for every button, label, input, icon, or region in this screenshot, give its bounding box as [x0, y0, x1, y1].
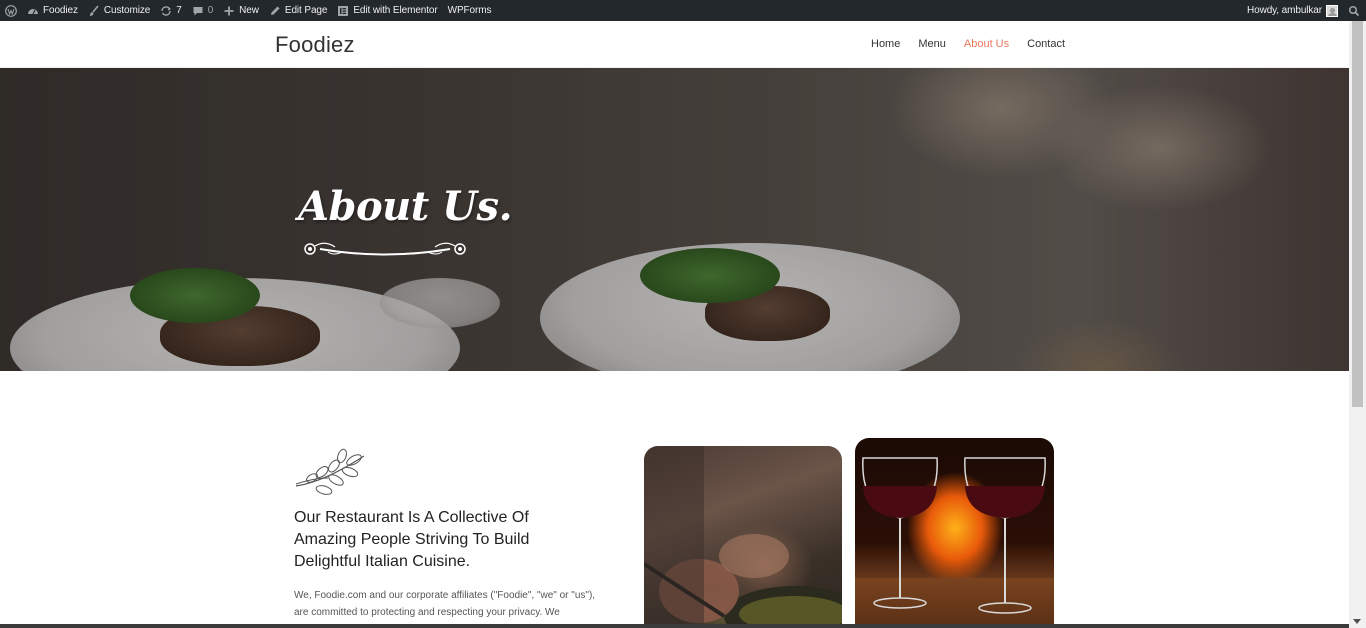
site-logo[interactable]: Foodiez [275, 32, 355, 58]
customize-link[interactable]: Customize [83, 0, 155, 21]
wine-glasses-image [855, 438, 1054, 628]
nav-home[interactable]: Home [862, 38, 909, 50]
edit-page-link[interactable]: Edit Page [264, 0, 332, 21]
howdy-label: Howdy, ambulkar [1246, 5, 1322, 16]
updates-icon [160, 5, 172, 17]
comments-count: 0 [207, 5, 214, 16]
updates-count: 7 [176, 5, 182, 16]
scroll-down-arrow-icon[interactable] [1353, 619, 1361, 624]
nav-about-us[interactable]: About Us [955, 38, 1018, 50]
site-name-label: Foodiez [43, 5, 78, 16]
site-header: Foodiez Home Menu About Us Contact [0, 21, 1349, 68]
new-label: New [239, 5, 259, 16]
hero-overlay [0, 68, 1349, 371]
wpforms-link[interactable]: WPForms [443, 0, 497, 21]
hero-title: About Us. [298, 183, 513, 230]
section-paragraph: We, Foodie.com and our corporate affilia… [294, 590, 596, 618]
brush-icon [88, 4, 100, 17]
customize-label: Customize [103, 5, 151, 16]
plus-icon [223, 5, 235, 17]
elementor-icon [337, 5, 349, 17]
page-scrollbar[interactable] [1349, 21, 1366, 628]
nav-menu[interactable]: Menu [909, 38, 955, 50]
avatar [1326, 4, 1338, 17]
admin-bar: Foodiez Customize 7 0 New Edit Page Edit… [0, 0, 1366, 21]
edit-with-elementor-link[interactable]: Edit with Elementor [332, 0, 442, 21]
site-name-menu[interactable]: Foodiez [22, 0, 83, 21]
new-content-menu[interactable]: New [218, 0, 264, 21]
admin-bar-right: Howdy, ambulkar [1242, 0, 1366, 21]
updates-link[interactable]: 7 [155, 0, 186, 21]
scrollbar-thumb[interactable] [1352, 21, 1363, 407]
nav-contact[interactable]: Contact [1018, 38, 1074, 50]
herb-sketch-icon [295, 448, 365, 495]
main-nav: Home Menu About Us Contact [862, 38, 1074, 50]
wpforms-label: WPForms [447, 5, 492, 16]
wordpress-logo-menu[interactable] [0, 0, 22, 21]
wine-glasses-illustration [862, 457, 1046, 614]
edit-elementor-label: Edit with Elementor [353, 5, 438, 16]
chef-hands-illustration [644, 446, 842, 628]
page-bottom-edge [0, 624, 1349, 628]
pencil-icon [269, 5, 281, 17]
ornament-divider-icon [304, 242, 466, 256]
wordpress-icon [5, 4, 17, 17]
dashboard-icon [27, 5, 39, 17]
chef-cooking-image [644, 446, 842, 628]
hero-banner: About Us. [0, 68, 1349, 371]
my-account-menu[interactable]: Howdy, ambulkar [1242, 0, 1343, 21]
comments-link[interactable]: 0 [187, 0, 218, 21]
page: Foodiez Customize 7 0 New Edit Page Edit… [0, 0, 1366, 628]
search-icon [1348, 5, 1360, 17]
admin-search[interactable] [1343, 0, 1366, 21]
comment-icon [192, 5, 204, 17]
section-heading: Our Restaurant Is A Collective Of Amazin… [294, 509, 530, 570]
edit-page-label: Edit Page [284, 5, 328, 16]
